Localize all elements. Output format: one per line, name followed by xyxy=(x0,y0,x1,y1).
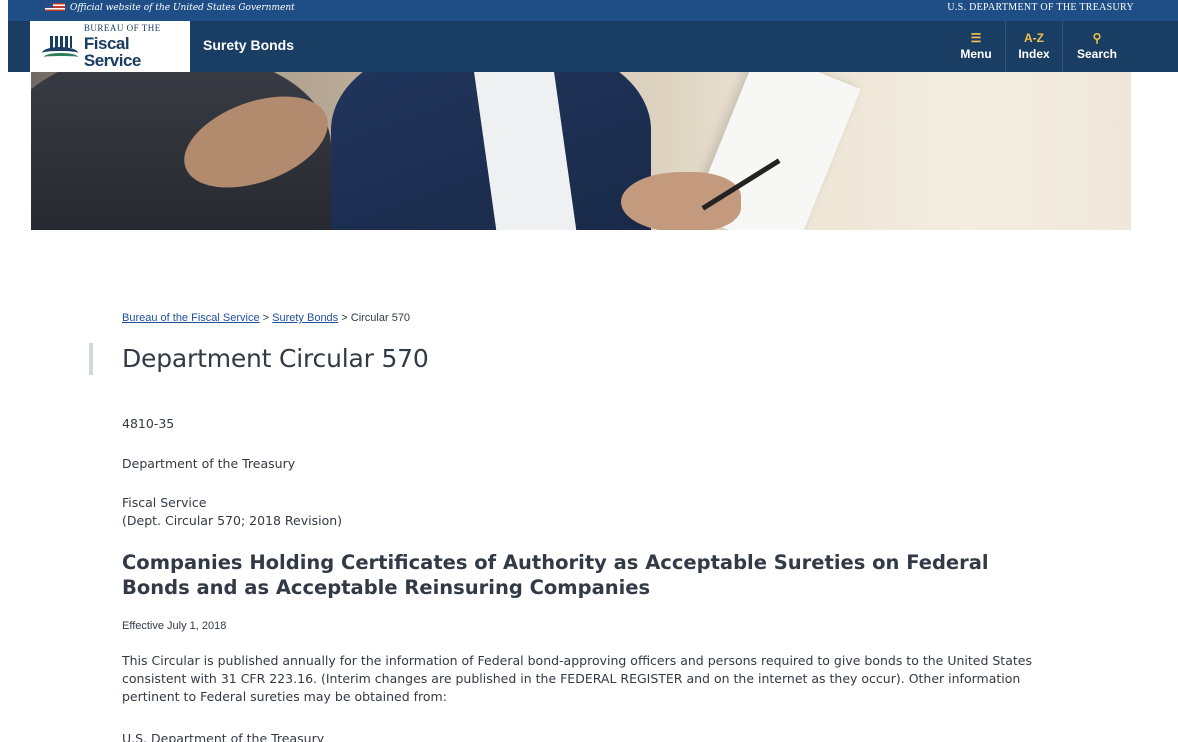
us-treasury-text: U.S. Department of the Treasury xyxy=(122,731,325,742)
us-flag-icon xyxy=(45,3,65,11)
search-button[interactable]: ⚲ Search xyxy=(1064,21,1130,72)
az-index-icon: A-Z xyxy=(1024,31,1044,45)
breadcrumb-link-fiscal-service[interactable]: Bureau of the Fiscal Service xyxy=(122,312,260,324)
menu-icon: ☰ xyxy=(970,31,982,45)
site-name-link[interactable]: Surety Bonds xyxy=(203,37,294,53)
breadcrumb-link-surety-bonds[interactable]: Surety Bonds xyxy=(272,312,338,324)
department-name: Department of the Treasury xyxy=(122,456,296,471)
official-site-text: Official website of the United States Go… xyxy=(70,2,295,13)
index-label: Index xyxy=(1018,47,1050,61)
breadcrumb: Bureau of the Fiscal Service > Surety Bo… xyxy=(122,312,410,324)
fiscal-service-text: Fiscal Service xyxy=(122,495,207,510)
breadcrumb-separator: > xyxy=(341,312,348,324)
logo-bottom-text: Fiscal Service xyxy=(83,34,142,70)
menu-label: Menu xyxy=(960,47,992,61)
gov-banner: Official website of the United States Go… xyxy=(8,0,1178,21)
circular-number: 4810-35 xyxy=(122,416,175,431)
search-icon: ⚲ xyxy=(1092,31,1102,45)
menu-button[interactable]: ☰ Menu xyxy=(948,21,1004,72)
az-index-button[interactable]: A-Z Index xyxy=(1005,21,1063,72)
effective-date: Effective July 1, 2018 xyxy=(122,620,227,632)
fiscal-service-logo[interactable]: BUREAU OF THE Fiscal Service xyxy=(30,21,190,72)
breadcrumb-separator: > xyxy=(262,312,270,324)
title-accent-bar xyxy=(89,343,93,375)
intro-paragraph: This Circular is published annually for … xyxy=(122,653,1032,704)
page-title: Department Circular 570 xyxy=(122,344,429,373)
revision-text: (Dept. Circular 570; 2018 Revision) xyxy=(122,513,343,528)
department-link[interactable]: U.S. DEPARTMENT OF THE TREASURY xyxy=(947,2,1134,13)
search-label: Search xyxy=(1076,47,1118,61)
section-heading: Companies Holding Certificates of Author… xyxy=(122,551,989,599)
logo-top-text: BUREAU OF THE xyxy=(83,23,161,33)
breadcrumb-current: Circular 570 xyxy=(350,312,411,324)
hero-image xyxy=(31,72,1131,230)
bureau-building-icon xyxy=(42,33,78,61)
site-header: BUREAU OF THE Fiscal Service Surety Bond… xyxy=(8,21,1178,72)
